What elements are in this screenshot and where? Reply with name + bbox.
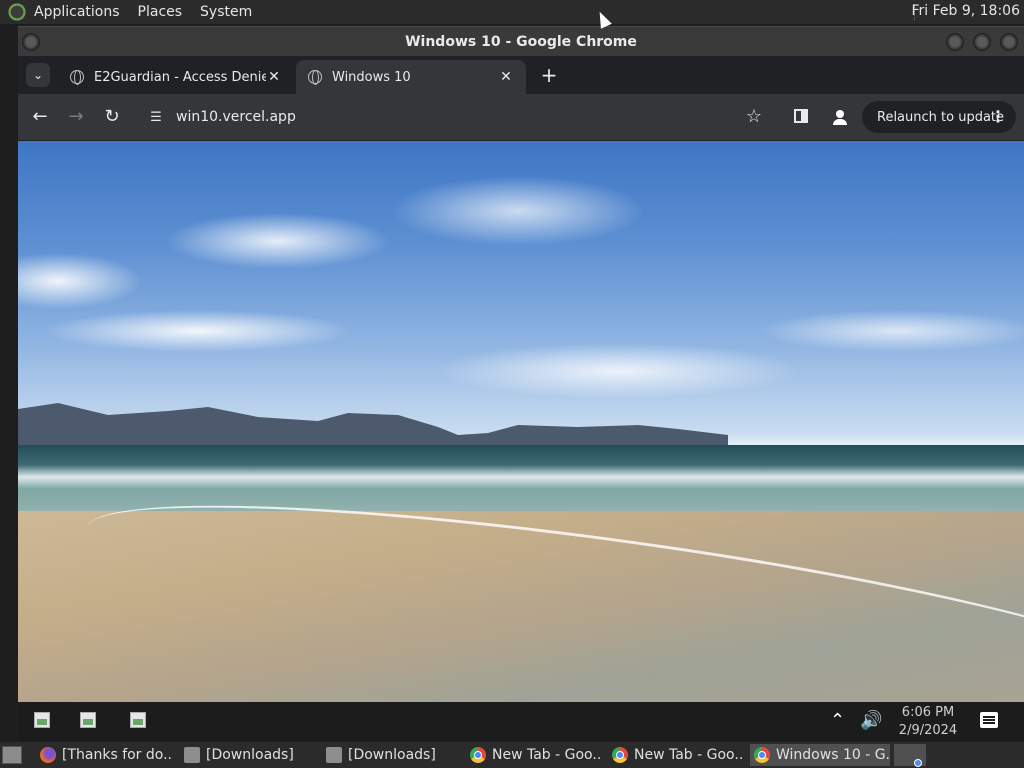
site-info-icon[interactable]: ☰ [146, 110, 166, 125]
tab-search-button[interactable]: ⌄ [26, 63, 50, 87]
broken-image-icon[interactable] [130, 712, 146, 728]
chrome-window: Windows 10 - Google Chrome ⌄ E2Guardian … [18, 26, 1024, 702]
back-button[interactable]: ← [28, 105, 52, 129]
top-panel: Applications Places System Fri Feb 9, 18… [0, 0, 1024, 24]
win10-date: 2/9/2024 [898, 723, 958, 738]
address-bar[interactable]: ☰ win10.vercel.app [136, 101, 766, 133]
task-label: [Downloads] [206, 747, 294, 763]
tab-windows-10[interactable]: Windows 10 ✕ [296, 60, 526, 94]
win10-clock[interactable]: 6:06 PM 2/9/2024 [898, 704, 958, 740]
task-label: New Tab - Goo... [634, 747, 744, 763]
profile-icon[interactable] [828, 105, 852, 129]
window-menu-button[interactable] [22, 33, 40, 51]
taskbar-item-new-tab[interactable]: New Tab - Goo... [466, 744, 602, 766]
chrome-launcher[interactable] [894, 744, 926, 767]
maximize-button[interactable] [973, 33, 991, 51]
new-tab-button[interactable]: + [538, 65, 560, 87]
sky-clouds [18, 141, 1024, 441]
show-desktop-icon[interactable] [2, 746, 22, 764]
chrome-icon [470, 747, 486, 763]
tab-strip: ⌄ E2Guardian - Access Denied ✕ Windows 1… [18, 56, 1024, 94]
taskbar-item-windows-10[interactable]: Windows 10 - G... [750, 744, 890, 766]
globe-icon [308, 70, 322, 85]
window-titlebar[interactable]: Windows 10 - Google Chrome [18, 26, 1024, 56]
close-tab-icon[interactable]: ✕ [266, 69, 282, 85]
tab-title: E2Guardian - Access Denied [94, 69, 266, 85]
reload-button[interactable]: ↻ [100, 105, 124, 129]
taskbar-item-new-tab-2[interactable]: New Tab - Goo... [608, 744, 744, 766]
browser-toolbar: ← → ↻ ☰ win10.vercel.app ☆ Relaunch to u… [18, 94, 1024, 140]
window-title: Windows 10 - Google Chrome [405, 33, 637, 50]
globe-icon [70, 70, 84, 85]
applications-menu[interactable]: Applications [34, 4, 120, 20]
places-menu[interactable]: Places [138, 4, 183, 20]
system-menu[interactable]: System [200, 4, 252, 20]
folder-icon [184, 747, 200, 763]
win10-time: 6:06 PM [901, 705, 955, 720]
win10-taskbar: ⌃ 🔊 6:06 PM 2/9/2024 [18, 702, 1024, 742]
folder-icon [326, 747, 342, 763]
chrome-icon [754, 747, 770, 763]
side-panel-icon[interactable] [794, 109, 808, 123]
tab-title: Windows 10 [332, 69, 411, 85]
task-label: New Tab - Goo... [492, 747, 602, 763]
close-tab-icon[interactable]: ✕ [498, 69, 514, 85]
more-menu-icon[interactable]: ⋮ [990, 107, 1006, 126]
task-label: [Downloads] [348, 747, 436, 763]
panel-clock[interactable]: Fri Feb 9, 18:06 [911, 3, 1020, 19]
chrome-icon [612, 747, 628, 763]
bottom-panel: [Thanks for do... [Downloads] [Downloads… [0, 742, 1024, 768]
url-text[interactable]: win10.vercel.app [176, 109, 766, 125]
close-window-button[interactable] [1000, 33, 1018, 51]
taskbar-item-firefox[interactable]: [Thanks for do... [36, 744, 172, 766]
tab-e2guardian[interactable]: E2Guardian - Access Denied ✕ [58, 60, 294, 94]
forward-button[interactable]: → [64, 105, 88, 129]
task-label: Windows 10 - G... [776, 747, 890, 763]
page-wallpaper [18, 141, 1024, 702]
bookmark-star-icon[interactable]: ☆ [742, 105, 766, 129]
broken-image-icon[interactable] [34, 712, 50, 728]
broken-image-icon[interactable] [80, 712, 96, 728]
taskbar-item-downloads-2[interactable]: [Downloads] [322, 744, 458, 766]
task-label: [Thanks for do... [62, 747, 172, 763]
firefox-icon [40, 747, 56, 763]
relaunch-label: Relaunch to update [877, 109, 1005, 125]
minimize-button[interactable] [946, 33, 964, 51]
relaunch-button[interactable]: Relaunch to update ⋮ [862, 101, 1016, 133]
taskbar-item-downloads[interactable]: [Downloads] [180, 744, 316, 766]
distro-logo-icon[interactable] [6, 1, 28, 23]
chevron-up-icon[interactable]: ⌃ [830, 710, 845, 731]
notification-icon[interactable] [980, 712, 998, 728]
volume-icon[interactable]: 🔊 [860, 710, 882, 731]
